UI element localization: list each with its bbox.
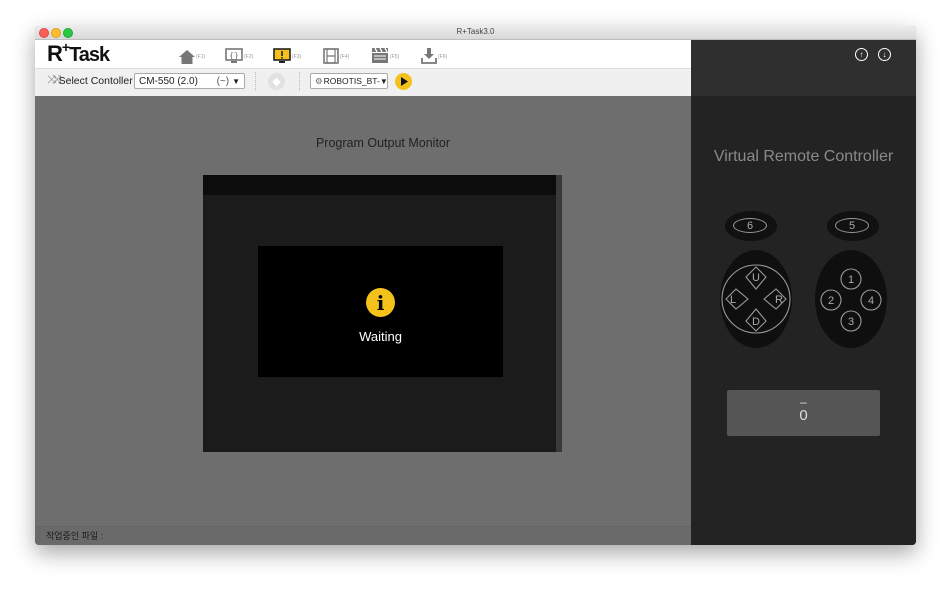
title-bar: R+Task3.0 [35,26,916,40]
monitor-scrollbar[interactable] [556,175,562,452]
nav-monitor-button[interactable]: (F3) [273,44,301,64]
waiting-label: Waiting [359,329,402,344]
remote-title: Virtual Remote Controller [713,148,894,165]
toolbar-divider [299,72,301,91]
port-dropdown[interactable]: ⚙ ROBOTIS_BT- ▼ [310,73,388,89]
toolbar-divider [255,72,257,91]
nav-code-button[interactable]: {} (F2) [225,44,253,64]
shuffle-icon: ⤨⤨ [47,74,62,86]
app-logo: R+Task [47,39,110,66]
num-button-3[interactable]: 3 [848,316,854,328]
output-monitor: i Waiting [203,175,562,452]
play-icon [400,77,408,86]
remote-readout: – 0 [727,390,880,436]
arrow-up-icon: ↑ [859,50,864,59]
numpad-graphic: 1 2 4 3 [820,268,882,332]
arrow-down-icon: ↓ [882,50,887,59]
nav-download-button[interactable]: (F6) [421,44,447,64]
num-button-2[interactable]: 2 [828,295,834,307]
main-workspace: Program Output Monitor i Waiting 작업중인 파일… [35,96,691,545]
remote-panel-header: ↑ ↓ [691,40,916,96]
download-icon [421,48,437,64]
select-controller-button[interactable]: ⤨⤨ Select Contoller [47,74,133,87]
waiting-dialog: i Waiting [258,246,503,377]
controller-dropdown[interactable]: CM-550 (2.0) (~) ▼ [134,73,245,89]
nav-motion-button[interactable]: (F4) [323,44,349,64]
nav-home-button[interactable]: (F1) [179,44,205,64]
status-bar: 작업중인 파일 : [35,526,691,545]
remote-panel: ↑ ↓ Virtual Remote Controller 6 5 U D L … [691,40,916,545]
num-button-1[interactable]: 1 [848,274,854,286]
chevron-down-icon: ▼ [379,76,388,86]
monitor-title: Program Output Monitor [315,136,451,150]
clapperboard-icon [372,47,388,63]
gear-icon: ⚙ [315,75,323,86]
dpad-graphic: U D L R [721,264,791,334]
dpad-left[interactable]: L [730,294,736,306]
direction-pad: U D L R [720,250,792,348]
num-button-4[interactable]: 4 [868,295,874,307]
remote-button-6[interactable]: 6 [725,211,777,241]
nav-scene-button[interactable]: (F5) [371,44,399,64]
dpad-down[interactable]: D [752,316,760,328]
remote-button-5[interactable]: 5 [827,211,879,241]
dpad-right[interactable]: R [775,294,783,306]
alert-monitor-icon [273,48,291,63]
film-icon [323,48,339,64]
home-icon [179,50,195,64]
app-window: R+Task3.0 R+Task (F1) {} (F2) (F3) (F4) … [35,26,916,545]
remote-body: Virtual Remote Controller 6 5 U D L R 1 … [691,96,916,545]
number-pad: 1 2 4 3 [815,250,887,348]
play-button[interactable] [395,73,412,90]
upload-button[interactable]: ↑ [855,48,868,61]
download-file-button[interactable]: ↓ [878,48,891,61]
toolbar: R+Task (F1) {} (F2) (F3) (F4) (F5) (F6) … [35,39,691,97]
info-icon: i [366,288,395,317]
connect-icon: ◆ [272,76,281,88]
controller-toolbar: ⤨⤨ Select Contoller CM-550 (2.0) (~) ▼ ◆… [35,68,691,97]
connect-button[interactable]: ◆ [268,73,285,90]
monitor-header [203,175,556,195]
code-monitor-icon: {} [225,48,243,63]
chevron-down-icon: ▼ [232,76,240,86]
readout-value: 0 [799,407,808,424]
window-title: R+Task3.0 [456,27,495,36]
dpad-up[interactable]: U [752,272,760,284]
svg-text:{}: {} [229,51,239,60]
